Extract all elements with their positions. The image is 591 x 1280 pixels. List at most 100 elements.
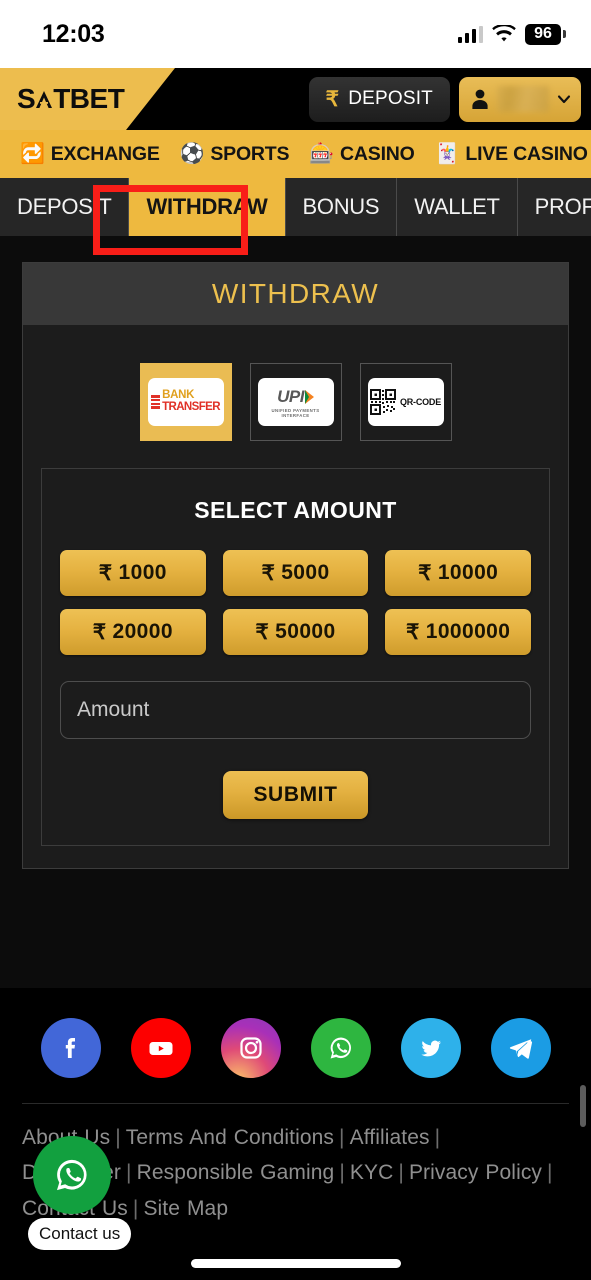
link-separator: | bbox=[434, 1126, 441, 1149]
tab-withdraw[interactable]: WITHDRAW bbox=[129, 178, 286, 236]
casino-chip-icon: 🎰 bbox=[309, 143, 335, 165]
twitter-icon[interactable] bbox=[400, 1018, 461, 1078]
facebook-icon[interactable] bbox=[40, 1018, 101, 1078]
footer-link-kyc[interactable]: KYC bbox=[350, 1161, 393, 1184]
rupee-icon: ₹ bbox=[255, 620, 270, 644]
playing-cards-icon: 🃏 bbox=[434, 143, 460, 165]
telegram-icon[interactable] bbox=[490, 1018, 551, 1078]
submit-row: SUBMIT bbox=[60, 771, 531, 819]
nav-label-casino: CASINO bbox=[340, 142, 415, 165]
deposit-button[interactable]: ₹ DEPOSIT bbox=[308, 76, 450, 122]
payment-method-qr-code[interactable]: QR-CODE bbox=[359, 363, 452, 441]
site-logo[interactable]: S TBET bbox=[17, 83, 125, 115]
rupee-icon: ₹ bbox=[98, 561, 113, 585]
wifi-icon bbox=[492, 25, 516, 43]
page-content: WITHDRAW BANK TRANSFER UPI UNIFIED PAYME… bbox=[0, 236, 591, 988]
brand-header: S TBET ₹ DEPOSIT bbox=[0, 68, 591, 130]
footer-link-terms[interactable]: Terms And Conditions bbox=[126, 1126, 334, 1149]
chevron-down-icon bbox=[556, 91, 572, 107]
nav-item-sports[interactable]: ⚽ SPORTS bbox=[170, 143, 300, 166]
rupee-icon: ₹ bbox=[418, 561, 432, 585]
tab-deposit[interactable]: DEPOSIT bbox=[0, 178, 130, 236]
nav-item-exchange[interactable]: 🔁 EXCHANGE bbox=[10, 143, 170, 166]
exchange-arrows-icon: 🔁 bbox=[20, 143, 45, 165]
home-indicator bbox=[190, 1259, 401, 1268]
select-amount-label: SELECT AMOUNT bbox=[194, 497, 397, 523]
quick-amount-50000[interactable]: ₹50000 bbox=[222, 609, 369, 655]
amount-input[interactable] bbox=[60, 681, 531, 739]
withdraw-card-body: BANK TRANSFER UPI UNIFIED PAYMENTS INTER… bbox=[23, 325, 568, 868]
whatsapp-contact-label[interactable]: Contact us bbox=[28, 1218, 132, 1250]
rupee-icon: ₹ bbox=[406, 620, 420, 644]
rupee-icon: ₹ bbox=[261, 561, 276, 585]
footer-link-responsible-gaming[interactable]: Responsible Gaming bbox=[137, 1161, 335, 1184]
withdraw-card: WITHDRAW BANK TRANSFER UPI UNIFIED PAYME… bbox=[22, 262, 569, 869]
account-tab-strip[interactable]: DEPOSIT WITHDRAW BONUS WALLET PROFILE KY… bbox=[0, 178, 591, 236]
sports-ball-icon: ⚽ bbox=[179, 143, 205, 165]
upi-line2: UNIFIED PAYMENTS INTERFACE bbox=[271, 407, 320, 418]
upi-line1: UPI bbox=[277, 386, 304, 406]
link-separator: | bbox=[547, 1161, 553, 1185]
quick-amount-value: 50000 bbox=[275, 620, 336, 643]
link-separator: | bbox=[339, 1126, 345, 1149]
link-separator: | bbox=[398, 1161, 404, 1185]
status-bar: 12:03 96 bbox=[0, 0, 591, 68]
link-separator: | bbox=[126, 1161, 132, 1185]
bank-transfer-line2: TRANSFER bbox=[162, 401, 220, 414]
link-separator: | bbox=[115, 1126, 121, 1149]
user-icon bbox=[470, 88, 490, 110]
primary-nav[interactable]: 🔁 EXCHANGE ⚽ SPORTS 🎰 CASINO 🃏 LIVE CASI… bbox=[0, 130, 591, 178]
submit-button[interactable]: SUBMIT bbox=[223, 771, 368, 819]
footer-link-affiliates[interactable]: Affiliates bbox=[350, 1126, 430, 1149]
bank-transfer-logo: BANK TRANSFER bbox=[147, 378, 224, 426]
quick-amount-20000[interactable]: ₹20000 bbox=[60, 609, 206, 655]
whatsapp-icon[interactable] bbox=[310, 1018, 371, 1078]
quick-amount-value: 5000 bbox=[281, 561, 330, 584]
deposit-label: DEPOSIT bbox=[348, 88, 433, 109]
payment-method-list: BANK TRANSFER UPI UNIFIED PAYMENTS INTER… bbox=[33, 363, 558, 441]
quick-amount-10000[interactable]: ₹10000 bbox=[385, 550, 531, 596]
footer-link-privacy-policy[interactable]: Privacy Policy bbox=[409, 1161, 542, 1184]
bank-transfer-stripes-icon bbox=[151, 395, 161, 409]
payment-method-upi[interactable]: UPI UNIFIED PAYMENTS INTERFACE bbox=[249, 363, 342, 441]
logo-text-tbet: TBET bbox=[53, 83, 125, 114]
quick-amount-5000[interactable]: ₹5000 bbox=[222, 550, 369, 596]
tab-bonus[interactable]: BONUS bbox=[285, 178, 398, 236]
rupee-icon: ₹ bbox=[92, 620, 107, 644]
payment-method-bank-transfer[interactable]: BANK TRANSFER bbox=[139, 363, 232, 441]
logo-text-s: S bbox=[17, 83, 36, 114]
logo-a-mark-icon bbox=[34, 89, 54, 110]
header-actions: ₹ DEPOSIT bbox=[308, 68, 581, 130]
quick-amount-value: 1000 bbox=[118, 561, 167, 584]
battery-indicator: 96 bbox=[525, 23, 561, 45]
tab-wallet[interactable]: WALLET bbox=[397, 178, 518, 236]
withdraw-card-header: WITHDRAW bbox=[23, 263, 568, 325]
tab-profile[interactable]: PROFILE bbox=[517, 178, 591, 236]
qr-code-icon bbox=[369, 389, 396, 415]
footer-link-site-map[interactable]: Site Map bbox=[143, 1197, 228, 1220]
quick-amount-1000000[interactable]: ₹1000000 bbox=[385, 609, 531, 655]
youtube-icon[interactable] bbox=[130, 1018, 191, 1078]
link-separator: | bbox=[132, 1196, 139, 1220]
account-name bbox=[497, 86, 549, 112]
nav-item-live-casino[interactable]: 🃏 LIVE CASINO bbox=[425, 143, 591, 166]
link-separator: | bbox=[339, 1161, 345, 1185]
upi-flag-icon bbox=[304, 390, 314, 405]
status-indicators: 96 bbox=[457, 23, 561, 45]
qr-code-label: QR-CODE bbox=[399, 397, 442, 407]
account-menu-button[interactable] bbox=[459, 76, 581, 122]
page-scrollbar[interactable] bbox=[580, 1085, 586, 1127]
whatsapp-icon[interactable] bbox=[33, 1136, 111, 1214]
quick-amount-value: 10000 bbox=[437, 561, 499, 584]
whatsapp-contact-widget[interactable]: Contact us bbox=[28, 1136, 132, 1250]
cellular-signal-icon bbox=[457, 25, 483, 43]
phone-screen: 12:03 96 S TBET ₹ DEPOSIT 🔁 EXCHANGE ⚽ S… bbox=[0, 0, 591, 1280]
nav-label-live-casino: LIVE CASINO bbox=[465, 142, 588, 165]
amount-section: SELECT AMOUNT ₹1000 ₹5000 ₹10000 ₹20000 bbox=[41, 468, 550, 846]
quick-amount-value: 20000 bbox=[112, 620, 173, 643]
page-title: WITHDRAW bbox=[211, 278, 380, 309]
nav-item-casino[interactable]: 🎰 CASINO bbox=[299, 143, 424, 166]
quick-amount-1000[interactable]: ₹1000 bbox=[60, 550, 206, 596]
qr-code-logo: QR-CODE bbox=[367, 378, 444, 426]
instagram-icon[interactable] bbox=[220, 1018, 281, 1078]
